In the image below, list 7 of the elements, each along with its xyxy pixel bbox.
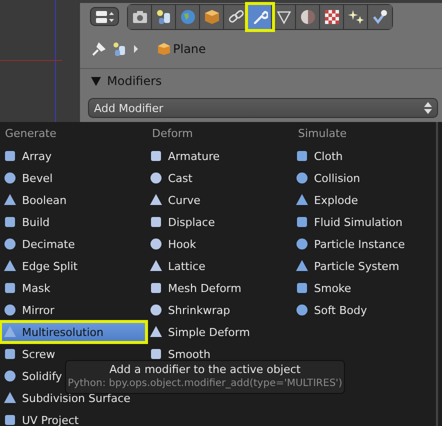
column-heading: Generate	[4, 126, 56, 142]
object-name: Plane	[173, 42, 206, 56]
python-hint: Python: bpy.ops.object.modifier_add(type='MULTIRES')	[68, 377, 342, 391]
column-heading: Deform	[151, 126, 193, 142]
panel-title: Modifiers	[107, 74, 162, 88]
column-heading: Simulate	[297, 126, 347, 142]
tooltip-text: Add a modifier to the active object	[109, 363, 301, 377]
